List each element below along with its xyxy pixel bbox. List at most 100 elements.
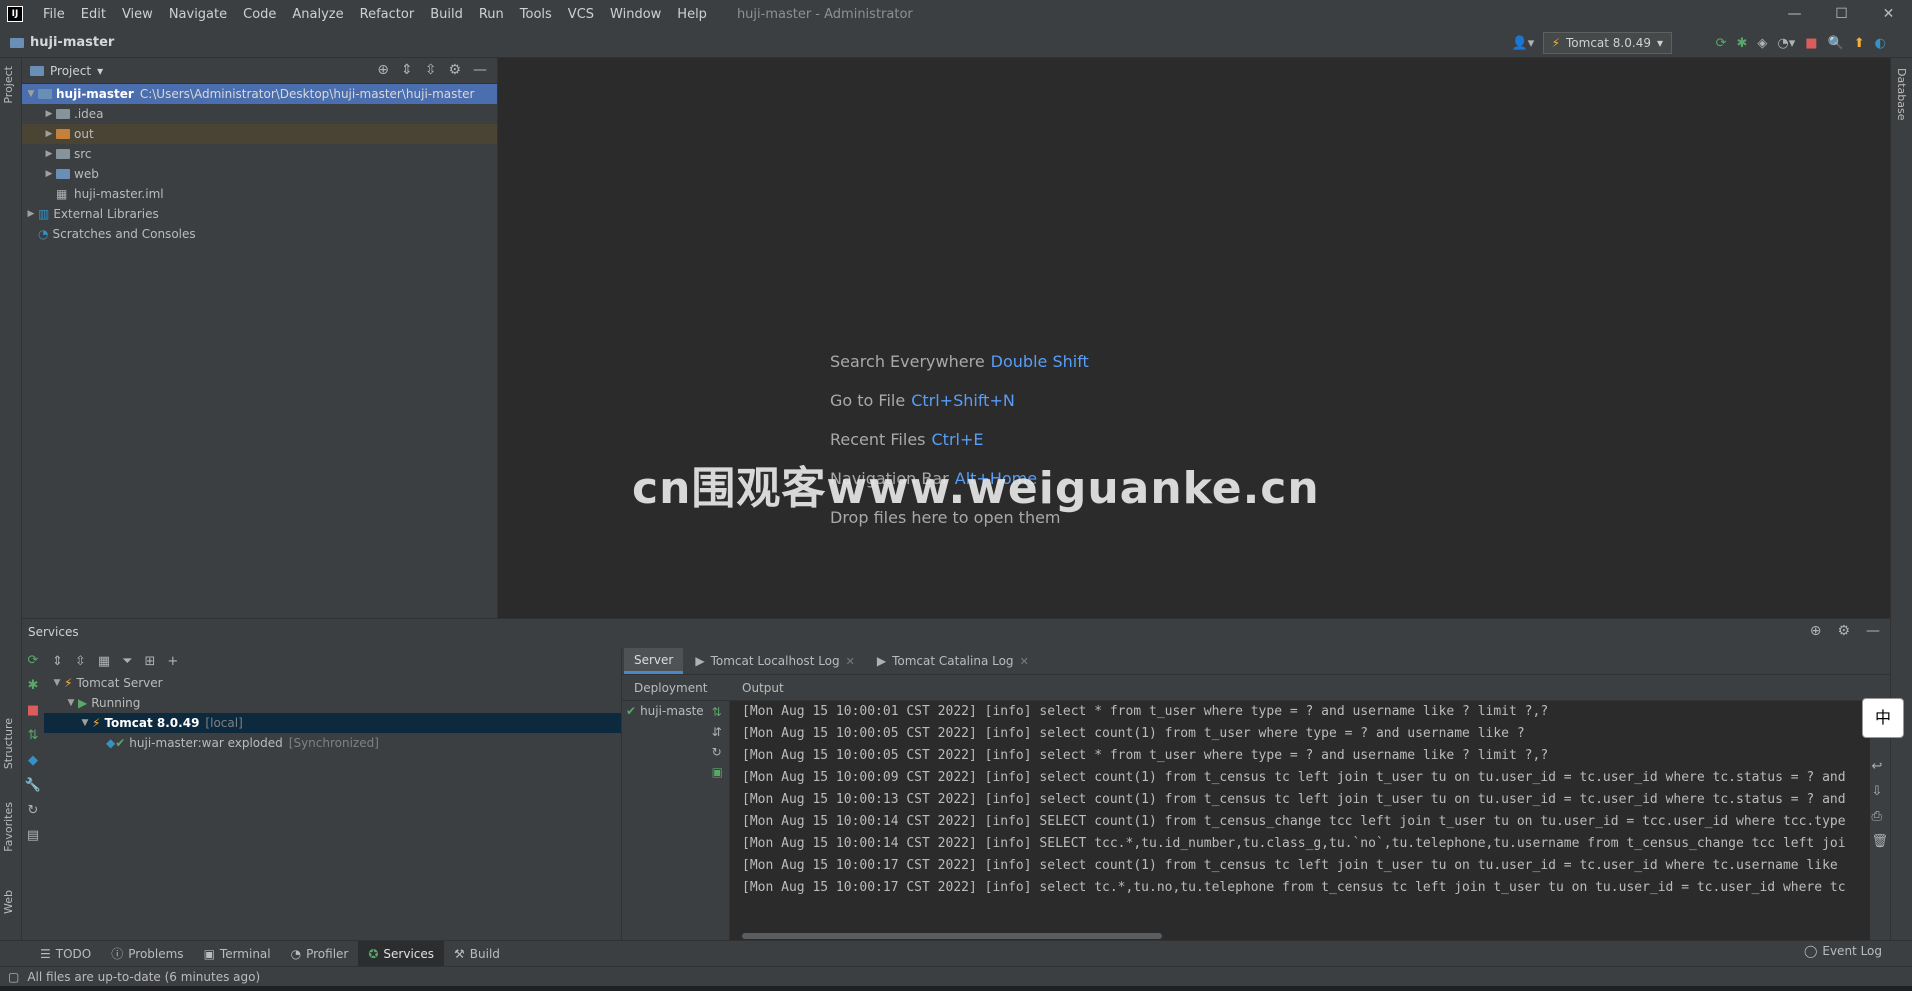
chevron-right-icon[interactable]: ▶: [42, 149, 56, 159]
chevron-down-icon[interactable]: ▼: [50, 678, 64, 688]
new-tab-icon[interactable]: ⊞: [145, 654, 156, 669]
menu-help[interactable]: Help: [669, 7, 715, 22]
tool-todo[interactable]: ☰ TODO: [30, 941, 101, 967]
chevron-down-icon[interactable]: ▼: [78, 718, 92, 728]
menu-code[interactable]: Code: [235, 7, 284, 22]
chevron-down-icon[interactable]: ▼: [24, 89, 38, 99]
tree-item-scratches[interactable]: ◔ Scratches and Consoles: [22, 224, 497, 244]
layout-icon[interactable]: ▤: [27, 828, 39, 843]
stop-icon[interactable]: ■: [1805, 36, 1817, 51]
tab-server[interactable]: Server: [624, 648, 684, 674]
menu-view[interactable]: View: [114, 7, 161, 22]
scroll-to-end-icon[interactable]: ⇩: [1871, 784, 1888, 799]
minimize-button[interactable]: —: [1771, 0, 1818, 28]
redeploy-icon[interactable]: ▣: [712, 765, 723, 779]
service-artifact[interactable]: ◆ ✔ huji-master:war exploded [Synchroniz…: [44, 733, 621, 753]
menu-edit[interactable]: Edit: [73, 7, 114, 22]
filter-icon[interactable]: ⏷: [122, 654, 132, 669]
tree-item-huji-master[interactable]: ▼ huji-master C:\Users\Administrator\Des…: [22, 84, 497, 104]
undeploy-icon[interactable]: ⇵: [712, 725, 723, 739]
search-icon[interactable]: 🔍: [1828, 36, 1844, 51]
menu-refactor[interactable]: Refactor: [352, 7, 423, 22]
chevron-down-icon[interactable]: ▼: [64, 698, 78, 708]
chevron-right-icon[interactable]: ▶: [24, 209, 38, 219]
plugin-icon[interactable]: ◐: [1875, 36, 1886, 51]
rerun-icon[interactable]: ⟳: [28, 653, 39, 668]
collapse-all-icon[interactable]: ⇳: [425, 62, 437, 78]
tool-profiler[interactable]: ◔ Profiler: [281, 941, 359, 967]
project-tool-tab[interactable]: Project: [2, 66, 15, 104]
horizontal-scrollbar[interactable]: [742, 933, 1162, 939]
stop-icon[interactable]: ■: [27, 703, 39, 718]
menu-file[interactable]: File: [35, 7, 73, 22]
chevron-right-icon[interactable]: ▶: [42, 109, 56, 119]
menu-window[interactable]: Window: [602, 7, 669, 22]
project-view-select[interactable]: Project: [50, 64, 91, 78]
tree-item-external-libraries[interactable]: ▶ ▥ External Libraries: [22, 204, 497, 224]
menu-analyze[interactable]: Analyze: [284, 7, 351, 22]
refresh-icon[interactable]: ↻: [712, 745, 723, 759]
user-icon[interactable]: 👤▾: [1512, 36, 1535, 51]
profile-icon[interactable]: ◔▾: [1777, 36, 1795, 51]
menu-run[interactable]: Run: [471, 7, 512, 22]
gear-icon[interactable]: ⚙: [1837, 623, 1850, 639]
debug-icon[interactable]: ✱: [1736, 36, 1747, 51]
tab-tomcat-localhost-log[interactable]: ▶ Tomcat Localhost Log ✕: [685, 648, 865, 674]
hide-icon[interactable]: —: [473, 62, 487, 78]
menu-tools[interactable]: Tools: [512, 7, 560, 22]
group-by-icon[interactable]: ▦: [98, 654, 110, 669]
gear-icon[interactable]: ⚙: [448, 62, 461, 78]
breadcrumb[interactable]: huji-master: [10, 35, 114, 50]
tree-item-web[interactable]: ▶ web: [22, 164, 497, 184]
debug-icon[interactable]: ✱: [28, 678, 39, 693]
menu-navigate[interactable]: Navigate: [161, 7, 235, 22]
editor-area[interactable]: Search Everywhere Double Shift Go to File…: [498, 58, 1890, 618]
tree-item-iml[interactable]: ▦ huji-master.iml: [22, 184, 497, 204]
tool-build[interactable]: ⚒ Build: [444, 941, 510, 967]
expand-all-icon[interactable]: ⇕: [401, 62, 413, 78]
locate-icon[interactable]: ⊕: [377, 62, 389, 78]
menu-vcs[interactable]: VCS: [560, 7, 602, 22]
coverage-icon[interactable]: ◈: [1757, 36, 1767, 51]
ime-indicator[interactable]: 中: [1862, 698, 1904, 738]
deploy-icon[interactable]: ⇅: [28, 728, 39, 743]
tree-item-out[interactable]: ▶ out: [22, 124, 497, 144]
close-icon[interactable]: ✕: [1020, 655, 1029, 668]
chevron-right-icon[interactable]: ▶: [42, 169, 56, 179]
menu-build[interactable]: Build: [422, 7, 471, 22]
close-icon[interactable]: ✕: [846, 655, 855, 668]
layout-toggle-icon[interactable]: ▢: [8, 970, 19, 984]
wrench-icon[interactable]: 🔧: [25, 778, 41, 793]
update-icon[interactable]: ⬆: [1854, 36, 1865, 51]
collapse-all-icon[interactable]: ⇳: [75, 654, 86, 669]
tool-terminal[interactable]: ▣ Terminal: [194, 941, 281, 967]
database-tool-tab[interactable]: Database: [1895, 68, 1908, 121]
output-console[interactable]: [Mon Aug 15 10:00:01 CST 2022] [info] se…: [730, 701, 1870, 941]
service-tomcat-server[interactable]: ▼ ⚡ Tomcat Server: [44, 673, 621, 693]
tree-item-src[interactable]: ▶ src: [22, 144, 497, 164]
add-service-icon[interactable]: +: [167, 654, 178, 669]
expand-all-icon[interactable]: ⇕: [52, 654, 63, 669]
rerun-icon[interactable]: ⟳: [1716, 36, 1727, 51]
tool-services[interactable]: ✪ Services: [358, 940, 445, 967]
print-icon[interactable]: ⎙: [1871, 809, 1888, 824]
trash-icon[interactable]: 🗑: [1871, 834, 1888, 849]
locate-icon[interactable]: ⊕: [1810, 623, 1822, 639]
service-tomcat-instance[interactable]: ▼ ⚡ Tomcat 8.0.49 [local]: [44, 713, 621, 733]
refresh-icon[interactable]: ↻: [28, 803, 39, 818]
deploy-icon[interactable]: ⇅: [712, 705, 723, 719]
structure-tool-tab[interactable]: Structure: [2, 718, 15, 769]
run-configuration-select[interactable]: ⚡ Tomcat 8.0.49 ▾: [1542, 32, 1672, 54]
close-window-button[interactable]: ✕: [1865, 0, 1912, 28]
service-running-group[interactable]: ▼ ▶ Running: [44, 693, 621, 713]
maximize-button[interactable]: ☐: [1818, 0, 1865, 28]
breadcrumb-project[interactable]: huji-master: [30, 35, 114, 50]
soft-wrap-icon[interactable]: ↩: [1871, 759, 1888, 774]
event-log-button[interactable]: ◯ Event Log: [1804, 944, 1882, 958]
tree-item-idea[interactable]: ▶ .idea: [22, 104, 497, 124]
artifact-icon[interactable]: ◆: [28, 753, 38, 768]
web-tool-tab[interactable]: Web: [2, 890, 15, 914]
favorites-tool-tab[interactable]: Favorites: [2, 802, 15, 852]
chevron-down-icon[interactable]: ▾: [97, 64, 103, 78]
chevron-right-icon[interactable]: ▶: [42, 129, 56, 139]
